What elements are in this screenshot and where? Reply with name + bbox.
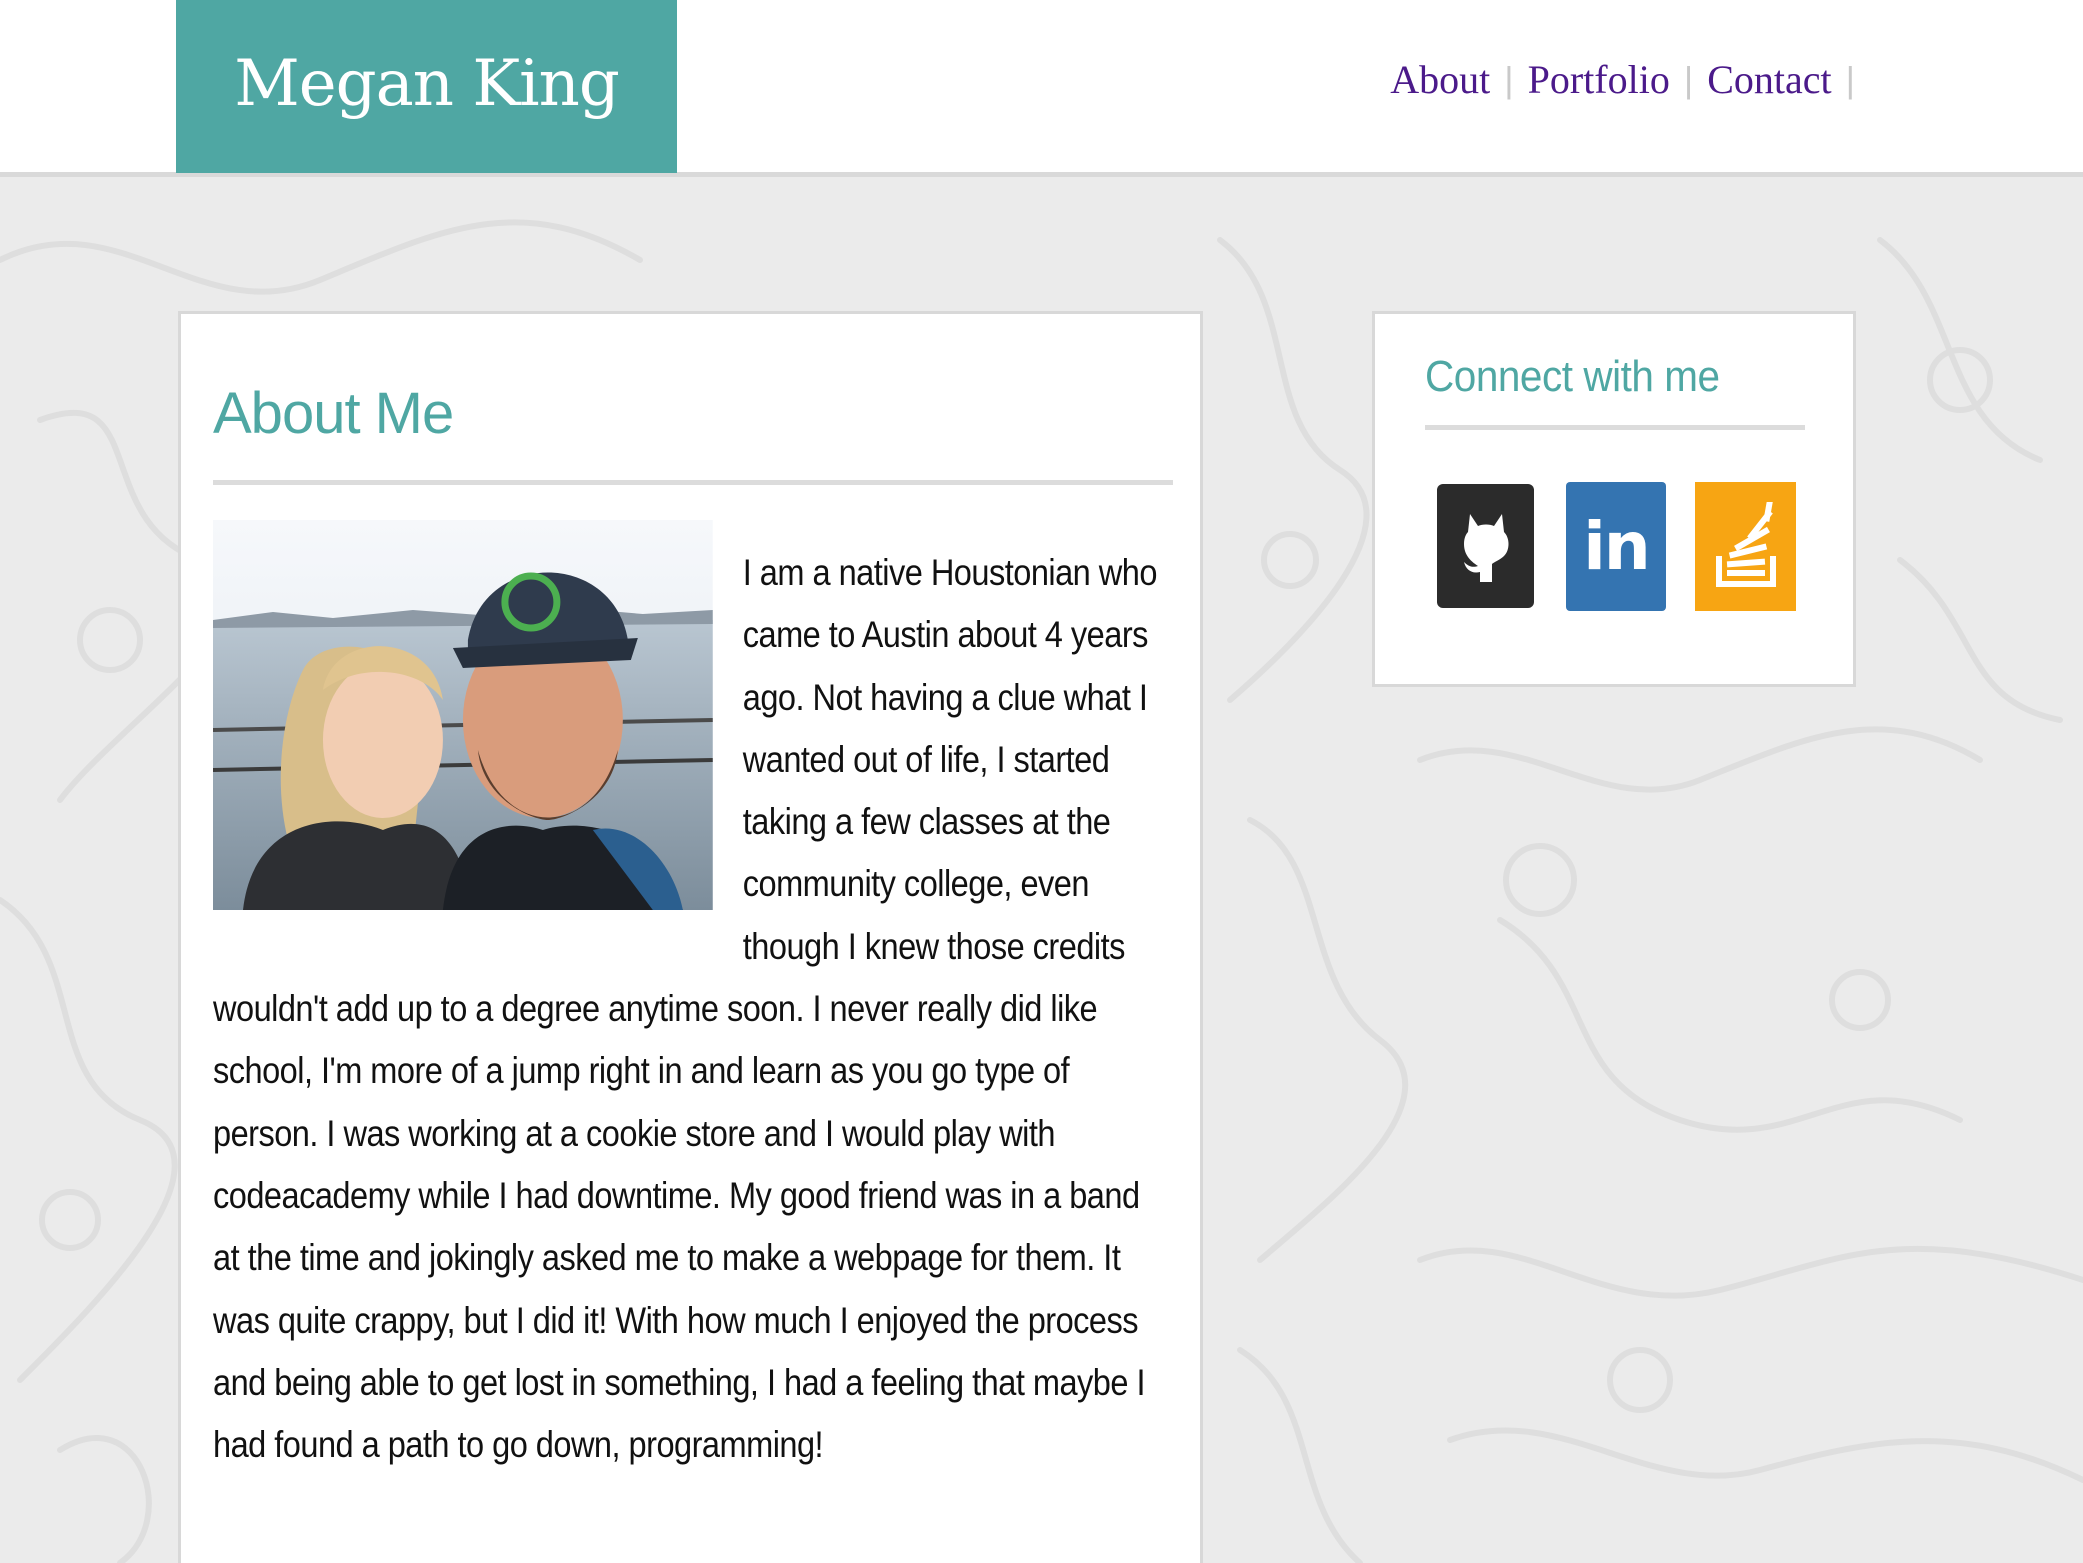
site-header: Megan King About | Portfolio | Contact |	[0, 0, 2083, 177]
github-icon	[1463, 514, 1508, 582]
about-divider	[213, 480, 1173, 485]
linkedin-icon: in	[1583, 508, 1651, 585]
nav-contact-link[interactable]: Contact	[1693, 56, 1845, 103]
connect-divider	[1425, 425, 1805, 430]
main-nav: About | Portfolio | Contact |	[1376, 56, 1855, 103]
brand-name: Megan King	[234, 46, 620, 121]
nav-separator: |	[1504, 58, 1514, 100]
nav-about-link[interactable]: About	[1376, 56, 1504, 103]
connect-title: Connect with me	[1425, 352, 1720, 401]
stackoverflow-link[interactable]	[1695, 482, 1796, 611]
about-body: I am a native Houstonian who came to Aus…	[213, 520, 1168, 1476]
about-card: About Me I am a native Houstonian who ca…	[178, 311, 1203, 1563]
about-title: About Me	[213, 381, 454, 446]
linkedin-link[interactable]: in	[1566, 482, 1666, 611]
couple-selfie-photo	[213, 520, 781, 966]
brand-logo-link[interactable]: Megan King	[176, 0, 677, 173]
nav-portfolio-link[interactable]: Portfolio	[1514, 56, 1684, 103]
github-link[interactable]	[1437, 484, 1534, 608]
nav-separator: |	[1683, 58, 1694, 100]
nav-separator: |	[1845, 58, 1855, 100]
stackoverflow-icon	[1715, 501, 1776, 587]
connect-card: Connect with me in	[1372, 311, 1856, 687]
